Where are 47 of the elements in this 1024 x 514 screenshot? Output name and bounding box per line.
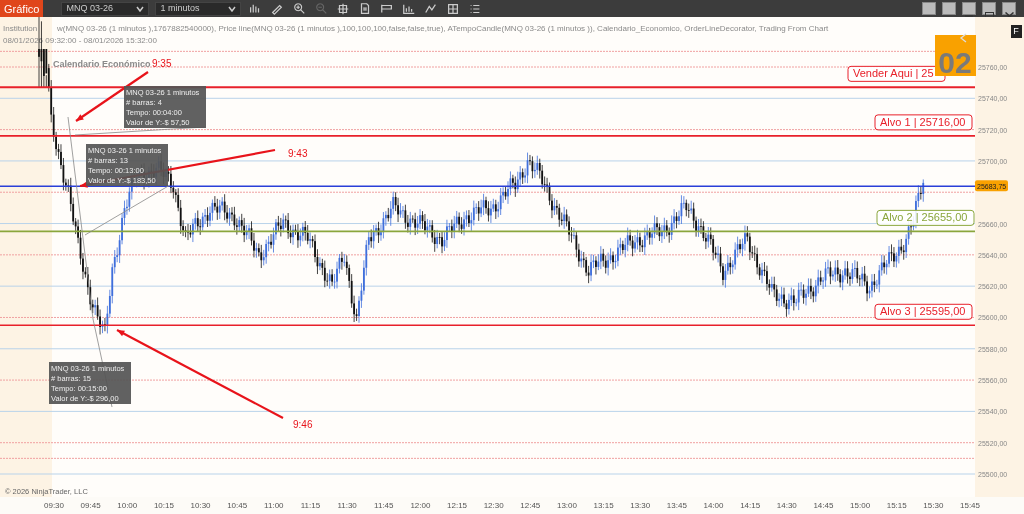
- order-line[interactable]: [0, 230, 976, 233]
- side-button[interactable]: F: [1010, 25, 1022, 38]
- time-label: 11:15: [300, 500, 321, 512]
- time-label: 9:35: [152, 58, 172, 69]
- time-label: 12:30: [483, 500, 504, 512]
- time-label: 11:30: [337, 500, 357, 512]
- time-label: 15:45: [960, 500, 980, 512]
- chevron-icon: [136, 5, 145, 12]
- time-label: 09:45: [80, 500, 101, 512]
- time-label: 14:15: [740, 500, 761, 512]
- time-label: 11:00: [264, 500, 284, 512]
- time-label: 13:45: [666, 500, 687, 512]
- close-button[interactable]: [1002, 2, 1016, 15]
- time-label: 15:00: [850, 500, 871, 512]
- time-label: 12:00: [410, 500, 431, 512]
- order-line[interactable]: [0, 324, 976, 327]
- indicator-text: Institution: [3, 24, 38, 33]
- time-label: 10:45: [227, 500, 248, 512]
- time-label: 14:00: [703, 500, 724, 512]
- time-label: 15:30: [923, 500, 944, 512]
- instrument-dropdown[interactable]: MNQ 03-26: [61, 1, 150, 16]
- calendar-label: Calendario Económico: [53, 59, 151, 69]
- time-label: 14:30: [776, 500, 797, 512]
- time-label: 13:00: [556, 500, 577, 512]
- time-label: 11:45: [374, 500, 394, 512]
- time-label: 13:30: [630, 500, 651, 512]
- time-label: 10:30: [190, 500, 211, 512]
- time-label: 09:30: [44, 500, 64, 512]
- maximize-button[interactable]: [982, 2, 996, 15]
- order-line[interactable]: [0, 86, 976, 89]
- time-label: 9:43: [288, 148, 308, 159]
- time-label: 10:00: [117, 500, 138, 512]
- time-label: 9:46: [293, 419, 313, 430]
- time-label: 12:45: [520, 500, 541, 512]
- chart-tab[interactable]: Gráfico: [0, 0, 44, 17]
- target-label[interactable]: Alvo 3 | 25595,00: [874, 303, 973, 320]
- indicator-text: w(MNQ 03-26 (1 minutos ),1767882540000), Price line(MNQ 03-26 (1 minutos ),100,100,100,false,false,true), ATempoCandle(MNQ 03-26 (1 minutos )), Calendario_Economico, OrderLineDecorator, Trading From Chart: [57, 24, 829, 33]
- interval-dropdown[interactable]: 1 minutos: [155, 1, 242, 16]
- time-label: 10:15: [153, 500, 174, 512]
- time-label: 14:45: [813, 500, 834, 512]
- chevron-icon: [228, 5, 237, 12]
- target-label[interactable]: Alvo 1 | 25716,00: [874, 114, 973, 131]
- time-label: 15:15: [886, 500, 907, 512]
- time-label: 12:15: [447, 500, 468, 512]
- session-badge: 02: [935, 35, 976, 79]
- time-label: 13:15: [593, 500, 614, 512]
- target-label[interactable]: Alvo 2 | 25655,00: [876, 209, 975, 226]
